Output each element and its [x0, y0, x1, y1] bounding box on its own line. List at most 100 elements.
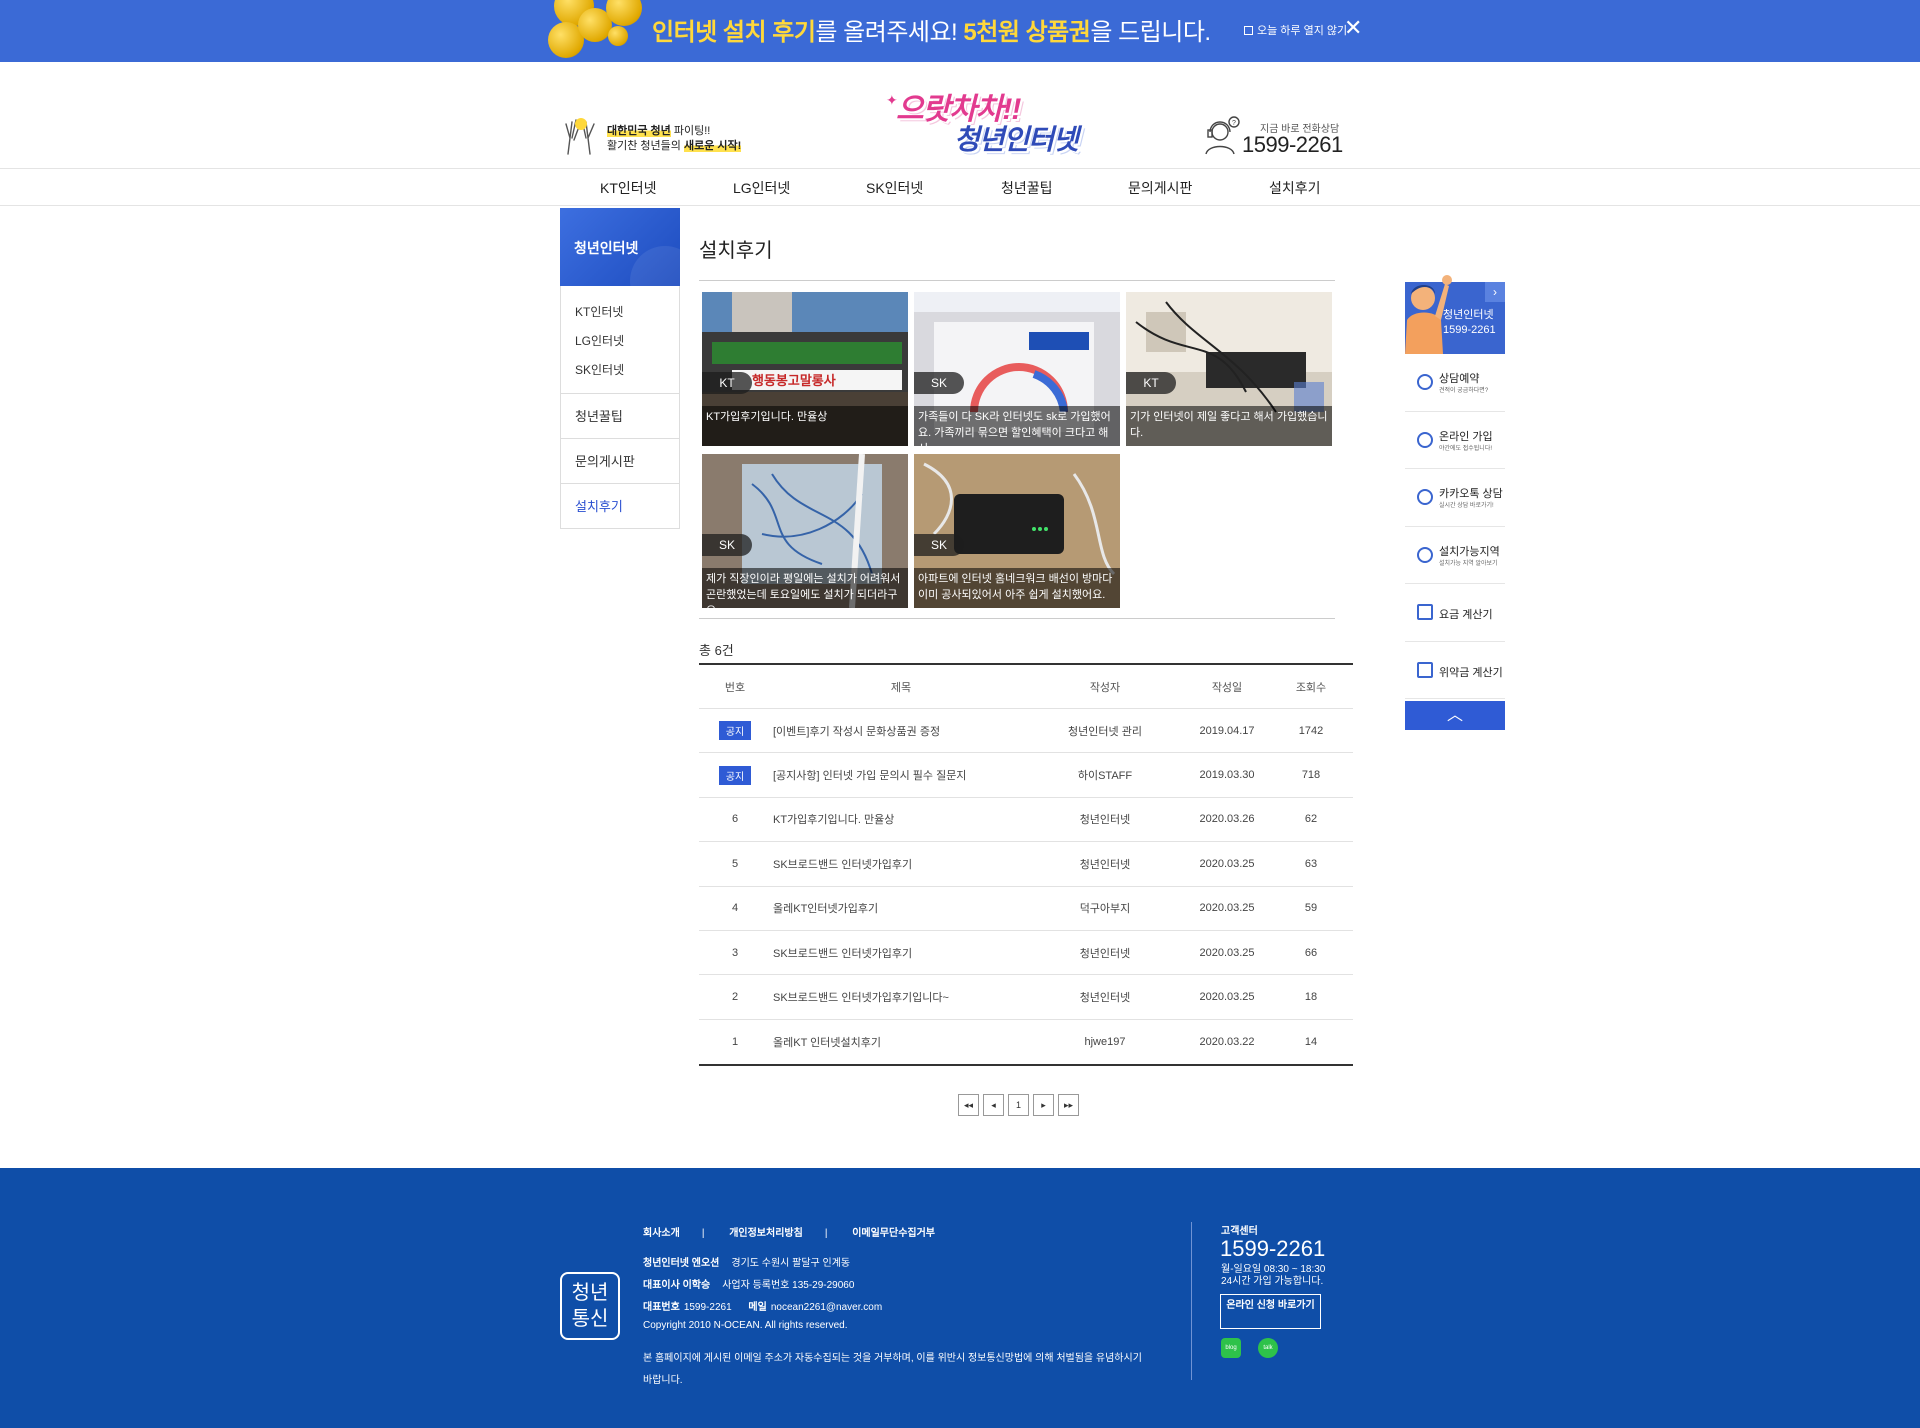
header-slogan: 대한민국 청년 파이팅!! 활기찬 청년들의 새로운 시작!	[560, 114, 742, 160]
quick-penalty-calculator[interactable]: 위약금 계산기	[1405, 641, 1505, 699]
quick-fee-calculator[interactable]: 요금 계산기	[1405, 584, 1505, 642]
nav-sk-internet[interactable]: SK인터넷	[866, 178, 923, 198]
table-row[interactable]: 5 SK브로드밴드 인터넷가입후기 청년인터넷 2020.03.25 63	[699, 842, 1353, 887]
header-writer: 작성자	[1089, 681, 1121, 694]
quick-item-title: 요금 계산기	[1439, 609, 1493, 621]
row-writer: 청년인터넷	[1079, 947, 1131, 960]
nav-tips[interactable]: 청년꿀팁	[1001, 178, 1053, 198]
gallery-item[interactable]: 행동봉고말롱사 KT KT가입후기입니다. 만율상	[702, 292, 908, 446]
main-navigation: KT인터넷 LG인터넷 SK인터넷 청년꿀팁 문의게시판 설치후기	[0, 168, 1920, 206]
footer-email-notice: 본 홈페이지에 게시된 이메일 주소가 자동수집되는 것을 거부하며, 이를 위…	[643, 1353, 1142, 1386]
first-page-button[interactable]: ◂◂	[958, 1094, 979, 1116]
nav-lg-internet[interactable]: LG인터넷	[733, 178, 790, 198]
header-date: 작성일	[1211, 681, 1243, 694]
hide-today-checkbox[interactable]: 오늘 하루 열지 않기	[1244, 22, 1347, 38]
notice-badge: 공지	[718, 765, 752, 785]
gallery-item[interactable]: SK 가족들이 다 SK라 인터넷도 sk로 가입했어요. 가족끼리 묶으면 할…	[914, 292, 1120, 446]
row-num: 4	[731, 902, 739, 915]
footer-link-email-policy[interactable]: 이메일무단수집거부	[852, 1228, 935, 1239]
nav-reviews[interactable]: 설치후기	[1269, 178, 1321, 198]
quick-online-join[interactable]: 온라인 가입 야간에도 접수됩니다!	[1405, 411, 1505, 469]
calculator-icon	[1417, 604, 1433, 620]
row-num: 공지	[699, 709, 771, 752]
last-page-button[interactable]: ▸▸	[1058, 1094, 1079, 1116]
quick-label-phone: 1599-2261	[1443, 324, 1496, 336]
table-row[interactable]: 1 올레KT 인터넷설치후기 hjwe197 2020.03.22 14	[699, 1020, 1353, 1064]
total-count: 총 6건	[699, 643, 734, 658]
side-nav-reviews[interactable]: 설치후기	[560, 484, 680, 529]
footer-link-company[interactable]: 회사소개	[643, 1228, 680, 1239]
footer-key: 청년인터넷 엔오션	[643, 1258, 720, 1269]
footer-value: nocean2261@naver.com	[770, 1302, 883, 1313]
table-row[interactable]: 공지 [공지사항] 인터넷 가입 문의시 필수 질문지 하이STAFF 2019…	[699, 753, 1353, 798]
headset-icon: ?	[1205, 116, 1240, 155]
review-board-table: 번호 제목 작성자 작성일 조회수 공지 [이벤트]후기 작성시 문화상품권 증…	[699, 663, 1353, 1067]
side-nav-kt[interactable]: KT인터넷	[575, 298, 679, 327]
gallery-item[interactable]: SK 제가 직장인이라 평일에는 설치가 어려워서 곤란했었는데 토요일에도 설…	[702, 454, 908, 608]
row-date: 2019.03.30	[1199, 769, 1255, 782]
document-icon	[1417, 661, 1433, 678]
table-row[interactable]: 3 SK브로드밴드 인터넷가입후기 청년인터넷 2020.03.25 66	[699, 931, 1353, 976]
row-date: 2019.04.17	[1199, 724, 1255, 737]
prev-page-button[interactable]: ◂	[983, 1094, 1004, 1116]
quick-install-area[interactable]: 설치가능지역 설치가능 지역 알아보기	[1405, 526, 1505, 584]
coins-icon	[548, 0, 648, 62]
banner-text: 를 올려주세요!	[815, 19, 958, 46]
next-page-button[interactable]: ▸	[1033, 1094, 1054, 1116]
table-row[interactable]: 6 KT가입후기입니다. 만율상 청년인터넷 2020.03.26 62	[699, 798, 1353, 843]
table-row[interactable]: 2 SK브로드밴드 인터넷가입후기입니다~ 청년인터넷 2020.03.25 1…	[699, 975, 1353, 1020]
row-hits: 14	[1304, 1035, 1318, 1048]
side-nav-sk[interactable]: SK인터넷	[575, 356, 679, 385]
phone-number[interactable]: 1599-2261	[1242, 132, 1343, 158]
banner-highlight: 인터넷 설치 후기	[652, 19, 816, 46]
header-phone: ? 지금 바로 전화상담 1599-2261	[1204, 112, 1344, 160]
gallery-item[interactable]: SK 아파트에 인터넷 홈네크워크 배선이 방마다 이미 공사되있어서 아주 쉽…	[914, 454, 1120, 608]
row-writer: 덕구아부지	[1079, 903, 1131, 916]
nav-inquiry-board[interactable]: 문의게시판	[1128, 178, 1192, 198]
quick-consult-reservation[interactable]: 상담예약 견적이 궁금하다면?	[1405, 354, 1505, 412]
banner-highlight: 5천원 상품권	[963, 19, 1091, 46]
footer-value: 경기도 수원시 팔달구 인계동	[731, 1258, 851, 1269]
scroll-top-button[interactable]: ︿	[1405, 701, 1505, 730]
footer-logo-line: 청년	[571, 1282, 609, 1304]
close-icon[interactable]: ✕	[1344, 17, 1362, 39]
side-nav-inquiry[interactable]: 문의게시판	[560, 439, 680, 484]
page-1-button[interactable]: 1	[1008, 1094, 1029, 1116]
quick-menu-header[interactable]: 청년인터넷 1599-2261 ›	[1405, 256, 1505, 354]
gallery-item[interactable]: KT 기가 인터넷이 제일 좋다고 해서 가입했습니다.	[1126, 292, 1332, 446]
gallery-caption: KT가입후기입니다. 만율상	[702, 406, 908, 446]
quick-item-subtitle: 야간에도 접수됩니다!	[1439, 445, 1493, 452]
blog-icon[interactable]: blog	[1221, 1338, 1241, 1358]
side-nav-lg[interactable]: LG인터넷	[575, 327, 679, 356]
raised-hands-icon	[565, 118, 595, 155]
table-header: 번호 제목 작성자 작성일 조회수	[699, 665, 1353, 709]
quick-menu: 청년인터넷 1599-2261 › 상담예약 견적이 궁금하다면? 온라인 가입…	[1405, 256, 1505, 730]
customer-center-number: 1599-2261	[1220, 1236, 1326, 1261]
table-row[interactable]: 공지 [이벤트]후기 작성시 문화상품권 증정 청년인터넷 관리 2019.04…	[699, 709, 1353, 754]
chat-bubble-icon	[1417, 489, 1433, 505]
quick-kakaotalk-consult[interactable]: 카카오톡 상담 실시간 상담 바로가기!	[1405, 469, 1505, 527]
divider	[1191, 1222, 1192, 1380]
footer-link-privacy[interactable]: 개인정보처리방침	[729, 1228, 803, 1239]
row-num: 5	[731, 857, 739, 870]
slogan-text: 대한민국 청년 파이팅!! 활기찬 청년들의 새로운 시작!	[607, 124, 742, 154]
side-nav-submenu: KT인터넷 LG인터넷 SK인터넷	[560, 286, 680, 394]
online-apply-button[interactable]: 온라인 신청 바로가기	[1220, 1294, 1321, 1329]
row-hits: 66	[1304, 946, 1318, 959]
svg-text:행동봉고말롱사: 행동봉고말롱사	[752, 373, 836, 388]
kakaotalk-icon[interactable]: talk	[1258, 1338, 1278, 1358]
hours-line: 월-일요일 08:30 ~ 18:30	[1221, 1264, 1326, 1275]
customer-center-hours: 월-일요일 08:30 ~ 18:30 24시간 가입 가능합니다.	[1221, 1264, 1325, 1288]
phone-icon	[1417, 374, 1433, 390]
row-date: 2020.03.22	[1199, 1035, 1255, 1048]
top-event-banner[interactable]: 인터넷 설치 후기를 올려주세요! 5천원 상품권을 드립니다. 오늘 하루 열…	[0, 0, 1920, 62]
logo-line-2: 청년인터넷	[954, 124, 1079, 155]
table-row[interactable]: 4 올레KT인터넷가입후기 덕구아부지 2020.03.25 59	[699, 887, 1353, 931]
side-nav-tips[interactable]: 청년꿀팁	[560, 394, 680, 439]
site-logo[interactable]: ✦ 으랏차차!! 청년인터넷	[884, 84, 1084, 160]
nav-kt-internet[interactable]: KT인터넷	[600, 178, 657, 198]
checkbox-icon[interactable]	[1244, 25, 1253, 35]
chevron-right-icon[interactable]: ›	[1485, 282, 1505, 302]
row-hits: 18	[1304, 991, 1318, 1004]
gallery-caption: 기가 인터넷이 제일 좋다고 해서 가입했습니다.	[1126, 406, 1332, 446]
